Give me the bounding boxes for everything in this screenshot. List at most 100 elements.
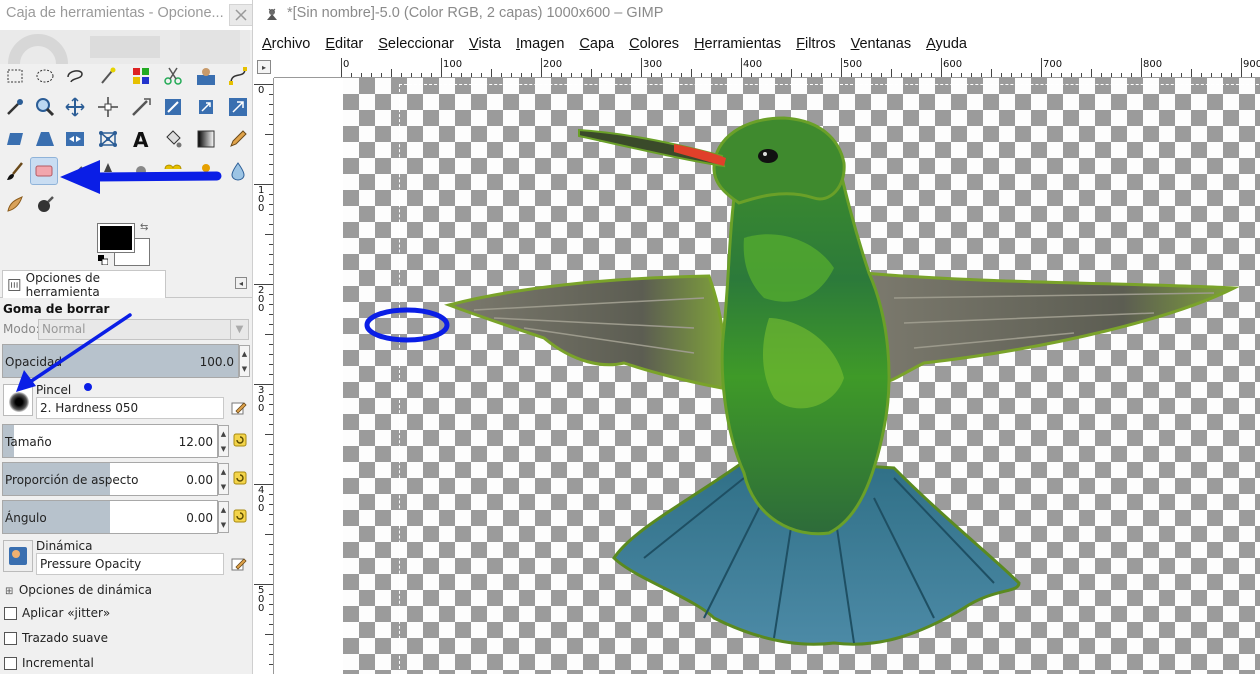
menu-archivo[interactable]: Archivo bbox=[254, 34, 317, 56]
measure-icon[interactable] bbox=[61, 93, 89, 121]
foreground-color-swatch[interactable] bbox=[97, 223, 135, 253]
ruler-tick bbox=[911, 73, 912, 77]
dynamics-options-expander[interactable]: ⊞ Opciones de dinámica bbox=[5, 583, 152, 597]
crop-icon[interactable] bbox=[159, 93, 187, 121]
move-icon[interactable] bbox=[94, 93, 122, 121]
annotation-ellipse bbox=[364, 307, 450, 343]
swap-colors-icon[interactable]: ⇆ bbox=[140, 222, 148, 233]
toolbox-close-button[interactable] bbox=[229, 4, 252, 26]
ellipse-select-icon[interactable] bbox=[31, 62, 59, 90]
blend-icon[interactable] bbox=[192, 125, 220, 153]
brush-name-field[interactable]: 2. Hardness 050 bbox=[36, 397, 224, 419]
heal-icon[interactable] bbox=[159, 157, 187, 185]
shear-icon[interactable] bbox=[1, 125, 29, 153]
select-by-color-icon[interactable] bbox=[127, 62, 155, 90]
dynamics-icon bbox=[9, 547, 27, 565]
ruler-tick bbox=[269, 104, 273, 105]
menu-imagen[interactable]: Imagen bbox=[508, 34, 571, 56]
opacity-spin-buttons[interactable]: ▲ ▼ bbox=[239, 345, 250, 377]
scissors-icon[interactable] bbox=[159, 62, 187, 90]
smudge-icon[interactable] bbox=[1, 190, 29, 218]
ruler-tick bbox=[1211, 73, 1212, 77]
menu-capa[interactable]: Capa bbox=[571, 34, 621, 56]
reset-colors-icon[interactable] bbox=[98, 255, 108, 265]
zoom-icon[interactable] bbox=[31, 93, 59, 121]
dynamics-preview[interactable] bbox=[3, 540, 33, 572]
hummingbird-image bbox=[364, 116, 1240, 646]
aspect-ratio-slider[interactable]: Proporción de aspecto 0.00 ▲ ▼ bbox=[2, 462, 229, 496]
ink-icon[interactable] bbox=[94, 157, 122, 185]
clone-icon[interactable] bbox=[127, 157, 155, 185]
tab-menu-button[interactable]: ◂ bbox=[235, 277, 247, 289]
ruler-tick bbox=[1121, 73, 1122, 77]
smooth-stroke-checkbox[interactable] bbox=[4, 631, 17, 645]
ruler-tick bbox=[611, 73, 612, 77]
mode-select[interactable]: Normal ▼ bbox=[38, 319, 249, 340]
reset-angle-button[interactable] bbox=[232, 508, 248, 524]
jitter-checkbox[interactable] bbox=[4, 606, 17, 620]
menu-vista[interactable]: Vista bbox=[461, 34, 508, 56]
tool-options-title: Goma de borrar bbox=[3, 302, 110, 316]
opacity-slider[interactable]: Opacidad 100.0 ▲ ▼ bbox=[2, 344, 250, 378]
rect-select-icon[interactable] bbox=[1, 62, 29, 90]
reset-aspect-button[interactable] bbox=[232, 470, 248, 486]
menu-ventanas[interactable]: Ventanas bbox=[843, 34, 918, 56]
ruler-tick bbox=[841, 58, 842, 77]
cage-icon[interactable] bbox=[94, 125, 122, 153]
menu-ayuda[interactable]: Ayuda bbox=[918, 34, 974, 56]
menu-filtros[interactable]: Filtros bbox=[788, 34, 842, 56]
angle-slider[interactable]: Ángulo 0.00 ▲ ▼ bbox=[2, 500, 229, 534]
menu-colores[interactable]: Colores bbox=[621, 34, 686, 56]
incremental-checkbox[interactable] bbox=[4, 656, 17, 670]
edit-dynamics-icon[interactable] bbox=[231, 556, 247, 572]
toolbox-titlebar: Caja de herramientas - Opcione... bbox=[0, 0, 252, 30]
paintbrush-icon[interactable] bbox=[1, 157, 29, 185]
brush-preview[interactable] bbox=[3, 384, 33, 416]
menu-editar[interactable]: Editar bbox=[317, 34, 370, 56]
vertical-ruler[interactable]: 0 1 0 0 2 0 0 3 0 0 4 0 0 5 0 0 bbox=[254, 78, 274, 674]
incremental-checkbox-row[interactable]: Incremental bbox=[4, 656, 94, 670]
chevron-down-icon: ▼ bbox=[230, 320, 248, 339]
bucket-fill-icon[interactable] bbox=[159, 125, 187, 153]
free-select-icon[interactable] bbox=[61, 62, 89, 90]
ruler-tick bbox=[571, 73, 572, 77]
ruler-tick bbox=[1111, 73, 1112, 77]
flip-icon[interactable] bbox=[61, 125, 89, 153]
horizontal-ruler[interactable]: 0 100 200 300 400 500 600 700 800 900 bbox=[274, 58, 1260, 78]
scale-icon[interactable] bbox=[224, 93, 252, 121]
text-icon[interactable]: A bbox=[127, 125, 155, 153]
fuzzy-select-icon[interactable] bbox=[94, 62, 122, 90]
ruler-tick bbox=[871, 73, 872, 77]
image-canvas[interactable] bbox=[274, 78, 1260, 674]
dynamics-name-field[interactable]: Pressure Opacity bbox=[36, 553, 224, 575]
dodge-burn-icon[interactable] bbox=[31, 190, 59, 218]
menu-seleccionar[interactable]: Seleccionar bbox=[370, 34, 461, 56]
rotate-icon[interactable] bbox=[192, 93, 220, 121]
perspective-clone-icon[interactable] bbox=[192, 157, 220, 185]
size-spin-buttons[interactable]: ▲ ▼ bbox=[218, 425, 229, 457]
ruler-tick bbox=[1151, 73, 1152, 77]
align-icon[interactable] bbox=[127, 93, 155, 121]
ruler-tick bbox=[561, 73, 562, 77]
eraser-icon[interactable] bbox=[30, 157, 58, 185]
blur-icon[interactable] bbox=[224, 157, 252, 185]
pencil-icon[interactable] bbox=[224, 125, 252, 153]
menu-herramientas[interactable]: Herramientas bbox=[686, 34, 788, 56]
reset-size-button[interactable] bbox=[232, 432, 248, 448]
edit-brush-icon[interactable] bbox=[231, 400, 247, 416]
ruler-tick bbox=[1041, 58, 1042, 77]
hruler-label: 700 bbox=[1043, 59, 1063, 70]
foreground-select-icon[interactable] bbox=[192, 62, 220, 90]
quick-mask-button[interactable]: ▸ bbox=[257, 60, 271, 74]
paths-icon[interactable] bbox=[224, 62, 252, 90]
size-slider[interactable]: Tamaño 12.00 ▲ ▼ bbox=[2, 424, 229, 458]
color-picker-icon[interactable] bbox=[1, 93, 29, 121]
expander-plus-icon: ⊞ bbox=[5, 586, 14, 597]
perspective-icon[interactable] bbox=[31, 125, 59, 153]
aspect-spin-buttons[interactable]: ▲ ▼ bbox=[218, 463, 229, 495]
angle-spin-buttons[interactable]: ▲ ▼ bbox=[218, 501, 229, 533]
airbrush-icon[interactable] bbox=[64, 157, 92, 185]
jitter-checkbox-row[interactable]: Aplicar «jitter» bbox=[4, 606, 110, 620]
smooth-stroke-checkbox-row[interactable]: Trazado suave bbox=[4, 631, 108, 645]
tab-tool-options[interactable]: Opciones de herramienta bbox=[2, 270, 166, 299]
